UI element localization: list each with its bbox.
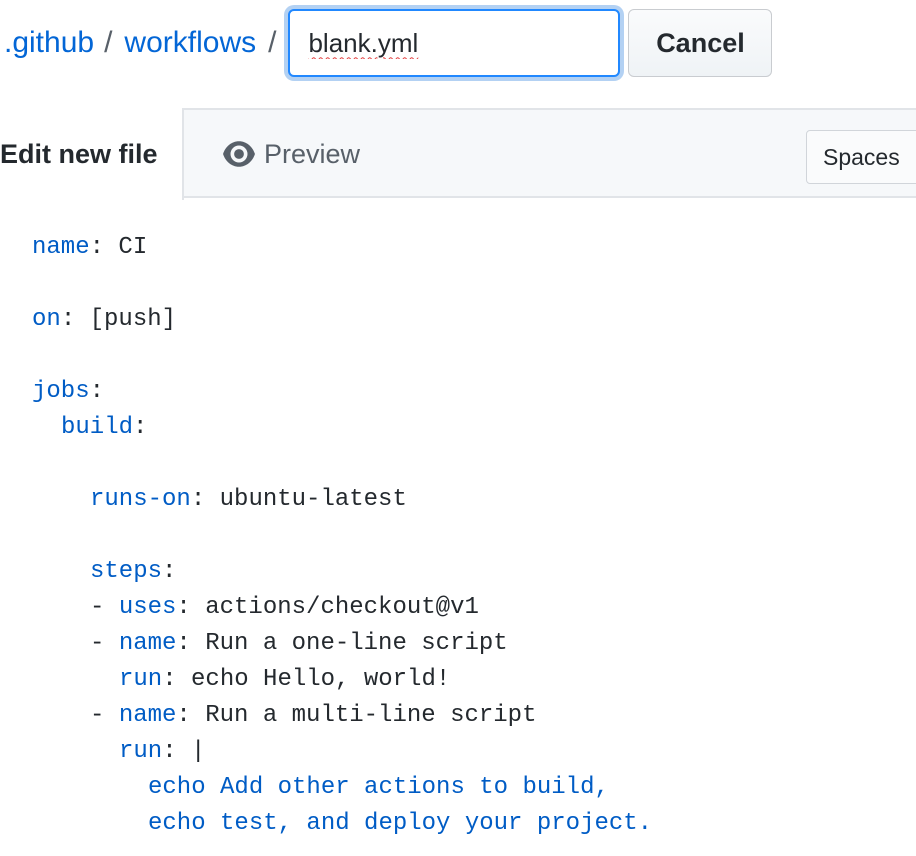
code-line: echo test, and deploy your project. (148, 806, 652, 842)
yaml-value: : echo Hello, world! (162, 666, 451, 693)
yaml-key: name (118, 702, 177, 729)
yaml-key: run (119, 666, 163, 693)
yaml-key: on (32, 306, 61, 333)
yaml-block-text: echo Add other actions to build, (148, 774, 609, 801)
tab-preview[interactable]: Preview (222, 110, 360, 198)
yaml-dash: - (90, 630, 119, 657)
yaml-key: steps (90, 558, 163, 585)
yaml-value: : (89, 378, 105, 405)
tab-edit-new-file[interactable]: Edit new file (0, 108, 184, 200)
yaml-key: jobs (32, 378, 90, 405)
code-line: steps: (90, 554, 176, 590)
yaml-key: uses (118, 594, 177, 621)
page: .github / workflows / Cancel Edit new fi… (0, 0, 916, 856)
breadcrumb: .github / workflows / Cancel (0, 8, 916, 78)
breadcrumb-separator: / (268, 26, 277, 59)
yaml-value: : (133, 414, 148, 441)
yaml-value: : CI (89, 234, 148, 261)
yaml-value: : | (162, 738, 206, 765)
yaml-key: name (118, 630, 177, 657)
yaml-value: : Run a one-line script (176, 630, 508, 657)
yaml-value: : ubuntu-latest (190, 486, 407, 513)
breadcrumb-separator: / (104, 26, 113, 59)
code-line: name: CI (32, 230, 147, 266)
filename-input[interactable] (288, 9, 621, 77)
yaml-value: : actions/checkout@v1 (176, 594, 479, 621)
code-editor[interactable]: name: CI on: [push] jobs: build: runs-on… (0, 212, 916, 856)
editor-tabs-bar: Edit new file Preview Spaces (0, 108, 916, 200)
code-line: echo Add other actions to build, (148, 770, 609, 806)
yaml-value: : Run a multi-line script (176, 702, 537, 729)
yaml-block-text: echo test, and deploy your project. (148, 810, 653, 837)
code-line: - name: Run a one-line script (90, 626, 508, 662)
tab-preview-label: Preview (264, 138, 361, 169)
yaml-key: build (61, 414, 134, 441)
breadcrumb-github-link[interactable]: .github (4, 26, 94, 60)
code-line: on: [push] (32, 302, 176, 338)
code-line: jobs: (32, 374, 104, 410)
cancel-button[interactable]: Cancel (628, 9, 773, 77)
code-line: run: echo Hello, world! (119, 662, 450, 698)
yaml-key: runs-on (90, 486, 191, 513)
yaml-key: run (119, 738, 163, 765)
code-line: run: | (119, 734, 205, 770)
breadcrumb-workflows-link[interactable]: workflows (124, 26, 256, 60)
code-line: build: (61, 410, 147, 446)
yaml-value: : [push] (60, 306, 177, 333)
code-line: runs-on: ubuntu-latest (90, 482, 407, 518)
code-line: - name: Run a multi-line script (90, 698, 536, 734)
yaml-dash: - (90, 702, 119, 729)
yaml-dash: - (90, 594, 119, 621)
eye-icon (223, 141, 255, 167)
code-line: - uses: actions/checkout@v1 (90, 590, 479, 626)
yaml-value: : (162, 558, 177, 585)
indent-mode-select[interactable]: Spaces (806, 130, 916, 184)
yaml-key: name (32, 234, 90, 261)
